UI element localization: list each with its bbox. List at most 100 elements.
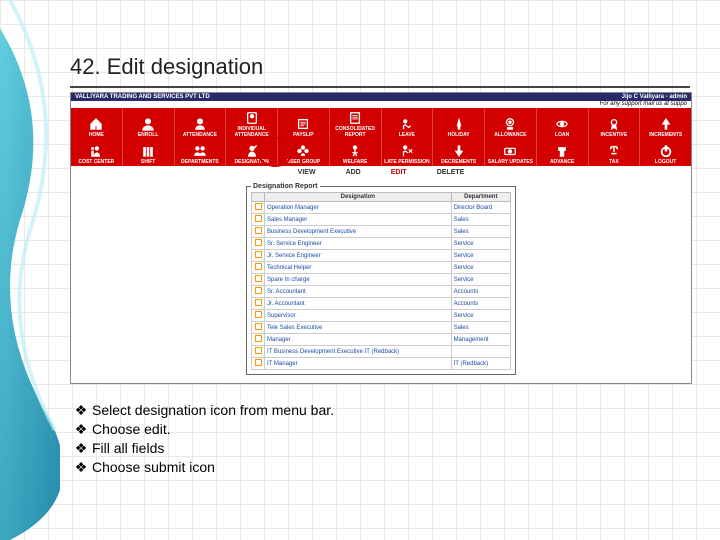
cell-designation: Jr. Service Engineer — [265, 250, 452, 262]
cell-department: Service — [451, 250, 510, 262]
menu-payslip[interactable]: PAYSLIP — [278, 108, 330, 139]
adv-icon — [554, 143, 570, 159]
menu-advance[interactable]: ADVANCE — [537, 139, 589, 166]
menu-label: INDIVIDUAL ATTENDANCE — [226, 126, 277, 138]
report-icon — [347, 110, 363, 126]
menu-user-group[interactable]: USER GROUP — [278, 139, 330, 166]
cell-department: Service — [451, 238, 510, 250]
table-row[interactable]: IT ManagerIT (Redback) — [252, 358, 511, 370]
table-row[interactable]: Technical HelperService — [252, 262, 511, 274]
cell-designation: Spare In charge — [265, 274, 452, 286]
table-row[interactable]: IT Business Development Executive IT (Re… — [252, 346, 511, 358]
row-checkbox-icon[interactable] — [255, 275, 262, 282]
cell-designation: IT Business Development Executive IT (Re… — [265, 346, 452, 358]
menu-allowance[interactable]: ALLOWANCE — [485, 108, 537, 139]
menu-label: INCENTIVE — [601, 132, 628, 138]
table-row[interactable]: ManagerManagement — [252, 334, 511, 346]
row-checkbox-icon[interactable] — [255, 287, 262, 294]
menu-increments[interactable]: INCREMENTS — [640, 108, 691, 139]
cell-designation: Sales Manager — [265, 214, 452, 226]
row-checkbox-icon[interactable] — [255, 203, 262, 210]
bullet-icon: ❖ — [70, 459, 92, 476]
menu-departments[interactable]: DEPARTMENTS — [175, 139, 227, 166]
menu-late-permission[interactable]: LATE PERMISSION — [382, 139, 434, 166]
payslip-icon — [295, 116, 311, 132]
menu-logout[interactable]: LOGOUT — [640, 139, 691, 166]
menu-salary-updates[interactable]: SALARY UPDATES — [485, 139, 537, 166]
incr-icon — [658, 116, 674, 132]
table-row[interactable]: SupervisorService — [252, 310, 511, 322]
menu-home[interactable]: HOME — [71, 108, 123, 139]
row-checkbox-icon[interactable] — [255, 263, 262, 270]
shift-icon — [140, 143, 156, 159]
table-row[interactable]: Spare In chargeService — [252, 274, 511, 286]
menu-shift[interactable]: SHIFT — [123, 139, 175, 166]
menu-loan[interactable]: LOAN — [537, 108, 589, 139]
menu-holiday[interactable]: HOLIDAY — [433, 108, 485, 139]
menu-label: DEPARTMENTS — [181, 159, 219, 165]
cell-department: Sales — [451, 226, 510, 238]
row-checkbox-icon[interactable] — [255, 359, 262, 366]
user-label: Jijo C Valliyara - admin — [622, 94, 687, 100]
cell-designation: Operation Manager — [265, 202, 452, 214]
tab-edit[interactable]: EDIT — [391, 169, 407, 176]
menu-individual-attendance[interactable]: INDIVIDUAL ATTENDANCE — [226, 108, 278, 139]
cell-designation: Jr. Accountant — [265, 298, 452, 310]
row-checkbox-icon[interactable] — [255, 347, 262, 354]
row-checkbox-icon[interactable] — [255, 251, 262, 258]
cell-department: Accounts — [451, 286, 510, 298]
menu-attendance[interactable]: ATTENDANCE — [175, 108, 227, 139]
table-row[interactable]: Sr. AccountantAccounts — [252, 286, 511, 298]
menu-designation[interactable]: DESIGNATION — [226, 139, 278, 166]
menu-decrements[interactable]: DECREMENTS — [433, 139, 485, 166]
table-row[interactable]: Sales ManagerSales — [252, 214, 511, 226]
menu-leave[interactable]: LEAVE — [382, 108, 434, 139]
tab-add[interactable]: ADD — [346, 169, 361, 176]
menu-incentive[interactable]: INCENTIVE — [589, 108, 641, 139]
row-checkbox-icon[interactable] — [255, 239, 262, 246]
row-checkbox-icon[interactable] — [255, 311, 262, 318]
menu-tax[interactable]: TAX — [589, 139, 641, 166]
loan-icon — [554, 116, 570, 132]
menu-label: SHIFT — [141, 159, 155, 165]
salup-icon — [502, 143, 518, 159]
tab-view[interactable]: VIEW — [298, 169, 316, 176]
table-row[interactable]: Tele Sales ExecutiveSales — [252, 322, 511, 334]
instruction-item: ❖Fill all fields — [70, 440, 700, 457]
row-checkbox-icon[interactable] — [255, 335, 262, 342]
menu-enroll[interactable]: ENROLL — [123, 108, 175, 139]
menu-welfare[interactable]: WELFARE — [330, 139, 382, 166]
menu-label: PAYSLIP — [293, 132, 314, 138]
menu-label: WELFARE — [343, 159, 367, 165]
menu-label: LATE PERMISSION — [384, 159, 429, 165]
row-checkbox-icon[interactable] — [255, 323, 262, 330]
menu-label: INCREMENTS — [649, 132, 682, 138]
menu-label: USER GROUP — [287, 159, 321, 165]
menu-cost-center[interactable]: COST CENTER — [71, 139, 123, 166]
row-checkbox-icon[interactable] — [255, 215, 262, 222]
menu-label: ADVANCE — [550, 159, 574, 165]
menu-label: DECREMENTS — [441, 159, 476, 165]
menu-label: LEAVE — [399, 132, 415, 138]
row-checkbox-icon[interactable] — [255, 299, 262, 306]
slide-title: 42. Edit designation — [70, 54, 700, 80]
designation-table: Designation Department Operation Manager… — [251, 192, 511, 370]
menu-label: LOGOUT — [655, 159, 676, 165]
menu-label: HOLIDAY — [448, 132, 470, 138]
cell-department: Service — [451, 310, 510, 322]
menu-consolidated-report[interactable]: CONSOLIDATED REPORT — [330, 108, 382, 139]
table-row[interactable]: Jr. AccountantAccounts — [252, 298, 511, 310]
table-row[interactable]: Sr. Service EngineerService — [252, 238, 511, 250]
instruction-item: ❖Choose edit. — [70, 421, 700, 438]
menu-label: ATTENDANCE — [183, 132, 217, 138]
decr-icon — [451, 143, 467, 159]
table-row[interactable]: Operation ManagerDirector Board — [252, 202, 511, 214]
tab-delete[interactable]: DELETE — [437, 169, 465, 176]
row-checkbox-icon[interactable] — [255, 227, 262, 234]
instruction-text: Choose edit. — [92, 421, 171, 437]
table-row[interactable]: Jr. Service EngineerService — [252, 250, 511, 262]
menu-label: COST CENTER — [78, 159, 114, 165]
indiv-icon — [244, 110, 260, 126]
table-row[interactable]: Business Development ExecutiveSales — [252, 226, 511, 238]
cell-department: Service — [451, 274, 510, 286]
